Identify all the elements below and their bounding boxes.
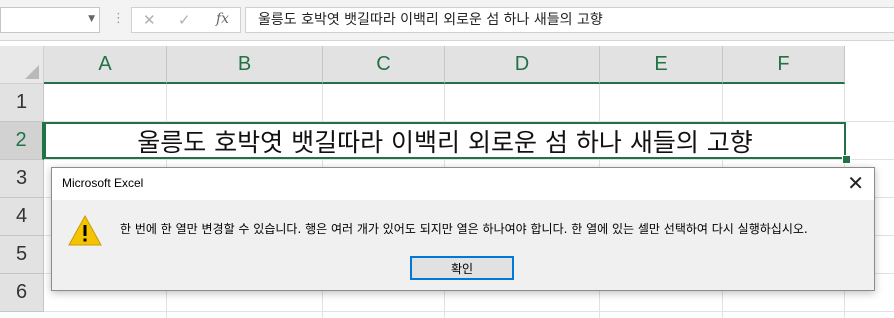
row-header-4[interactable]: 4 — [0, 198, 44, 236]
x-icon[interactable]: ✕ — [143, 11, 156, 29]
column-header-e[interactable]: E — [600, 46, 723, 84]
dialog-message: 한 번에 한 열만 변경할 수 있습니다. 행은 여러 개가 있어도 되지만 열… — [120, 222, 808, 236]
row-header-1[interactable]: 1 — [0, 84, 44, 122]
warning-icon — [68, 214, 102, 246]
selected-cell-range[interactable]: 울릉도 호박엿 뱃길따라 이백리 외로운 섬 하나 새들의 고향 — [44, 122, 846, 159]
ok-button[interactable]: 확인 — [410, 256, 514, 280]
checkmark-icon[interactable]: ✓ — [178, 11, 191, 29]
alert-dialog: Microsoft Excel ✕ 한 번에 한 열만 변경할 수 있습니다. … — [51, 167, 875, 291]
select-all-icon — [25, 65, 39, 79]
gridline — [44, 311, 894, 312]
row-header-6[interactable]: 6 — [0, 274, 44, 312]
chevron-down-icon[interactable]: ▼ — [88, 14, 95, 24]
close-icon[interactable]: ✕ — [847, 171, 864, 195]
column-header-d[interactable]: D — [445, 46, 600, 84]
formula-bar: ▼ ⋮ ✕ ✓ fx 울릉도 호박엿 뱃길따라 이백리 외로운 섬 하나 새들의… — [0, 0, 894, 41]
row-header-3[interactable]: 3 — [0, 160, 44, 198]
row-header-2[interactable]: 2 — [0, 122, 44, 160]
select-all-button[interactable] — [0, 46, 44, 84]
formula-buttons: ✕ ✓ fx — [131, 7, 241, 33]
formula-input[interactable]: 울릉도 호박엿 뱃길따라 이백리 외로운 섬 하나 새들의 고향 — [245, 7, 894, 33]
dialog-title: Microsoft Excel — [62, 176, 144, 190]
fill-handle[interactable] — [842, 155, 851, 164]
insert-function-button[interactable]: fx — [216, 11, 229, 27]
gridline — [44, 159, 894, 160]
row-header-5[interactable]: 5 — [0, 236, 44, 274]
drag-handle-icon[interactable]: ⋮ — [112, 11, 125, 26]
column-header-c[interactable]: C — [323, 46, 445, 84]
column-header-b[interactable]: B — [167, 46, 323, 84]
column-header-a[interactable]: A — [44, 46, 167, 84]
name-box[interactable]: ▼ — [0, 7, 100, 33]
dialog-title-bar[interactable]: Microsoft Excel ✕ — [52, 168, 874, 200]
column-header-f[interactable]: F — [723, 46, 845, 84]
